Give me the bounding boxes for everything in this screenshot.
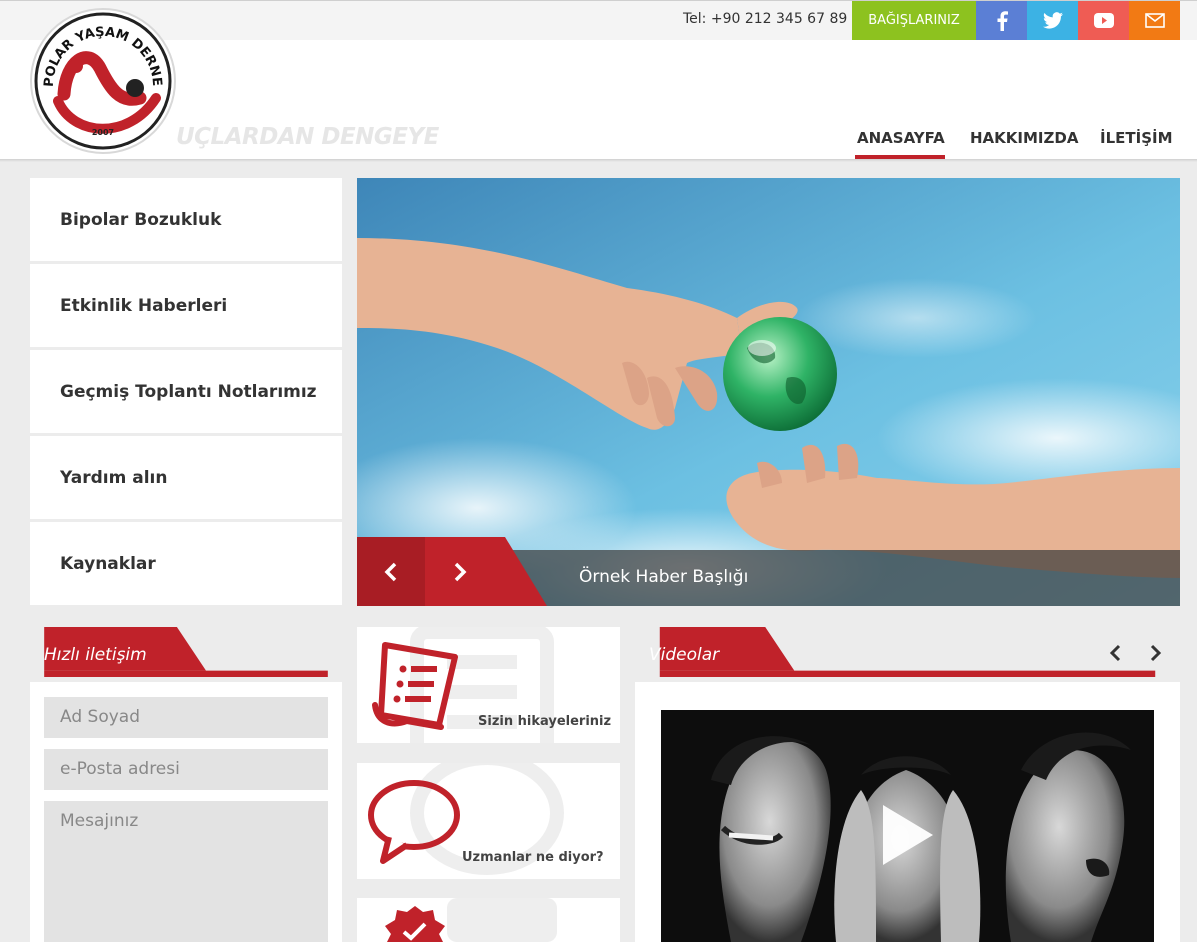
donate-button[interactable]: BAĞIŞLARINIZ bbox=[852, 1, 976, 40]
slide-caption[interactable]: Örnek Haber Başlığı bbox=[579, 567, 748, 587]
logo-year: 2007 bbox=[92, 128, 114, 137]
slider-prev-button[interactable] bbox=[357, 537, 425, 606]
sidebar-item-help[interactable]: Yardım alın bbox=[30, 436, 342, 519]
video-player[interactable] bbox=[661, 710, 1154, 942]
tile-label: Sizin hikayeleriniz bbox=[478, 714, 612, 729]
twitter-icon bbox=[1042, 12, 1063, 29]
sidebar-item-meetings[interactable]: Geçmiş Toplantı Notlarımız bbox=[30, 350, 342, 433]
sidebar-item-label: Geçmiş Toplantı Notlarımız bbox=[60, 381, 317, 402]
chevron-left-icon bbox=[384, 562, 397, 581]
videos-next-button[interactable] bbox=[1143, 640, 1169, 666]
chevron-left-icon bbox=[1109, 644, 1121, 662]
facebook-button[interactable] bbox=[976, 1, 1027, 40]
slogan: UÇLARDAN DENGEYE bbox=[176, 124, 439, 150]
nav-contact[interactable]: İLETİŞİM bbox=[1100, 129, 1173, 147]
sidebar-item-label: Yardım alın bbox=[60, 467, 168, 488]
nav-about[interactable]: HAKKIMIZDA bbox=[970, 129, 1078, 147]
sidebar-item-resources[interactable]: Kaynaklar bbox=[30, 522, 342, 605]
youtube-icon bbox=[1093, 13, 1114, 28]
sidebar-item-label: Bipolar Bozukluk bbox=[60, 209, 222, 230]
tile-label: Uzmanlar ne diyor? bbox=[462, 850, 604, 865]
phone-number: Tel: +90 212 345 67 89 bbox=[683, 11, 848, 27]
nav-active-indicator bbox=[855, 155, 945, 159]
video-thumbnail bbox=[661, 710, 1154, 942]
chevron-right-icon bbox=[1150, 644, 1162, 662]
email-field[interactable]: e-Posta adresi bbox=[44, 749, 328, 790]
message-field[interactable]: Mesajınız bbox=[44, 801, 328, 942]
sidebar-item-bipolar[interactable]: Bipolar Bozukluk bbox=[30, 178, 342, 261]
nav-home[interactable]: ANASAYFA bbox=[857, 129, 945, 147]
badge-icon bbox=[385, 898, 557, 942]
sidebar-item-events[interactable]: Etkinlik Haberleri bbox=[30, 264, 342, 347]
chevron-right-icon bbox=[454, 562, 467, 581]
name-field[interactable]: Ad Soyad bbox=[44, 697, 328, 738]
site-logo[interactable]: BİPOLAR YAŞAM DERNEĞİ 2007 bbox=[28, 6, 178, 156]
sidebar-item-label: Kaynaklar bbox=[60, 553, 156, 574]
contact-title: Hızlı iletişim bbox=[44, 645, 147, 665]
mail-icon bbox=[1144, 13, 1165, 28]
youtube-button[interactable] bbox=[1078, 1, 1129, 40]
twitter-button[interactable] bbox=[1027, 1, 1078, 40]
slider-next-button[interactable] bbox=[425, 537, 495, 606]
videos-title: Videolar bbox=[649, 645, 720, 665]
videos-prev-button[interactable] bbox=[1102, 640, 1128, 666]
facebook-icon bbox=[997, 10, 1008, 31]
tile-badge[interactable] bbox=[357, 898, 620, 942]
mail-button[interactable] bbox=[1129, 1, 1180, 40]
sidebar-item-label: Etkinlik Haberleri bbox=[60, 295, 228, 316]
